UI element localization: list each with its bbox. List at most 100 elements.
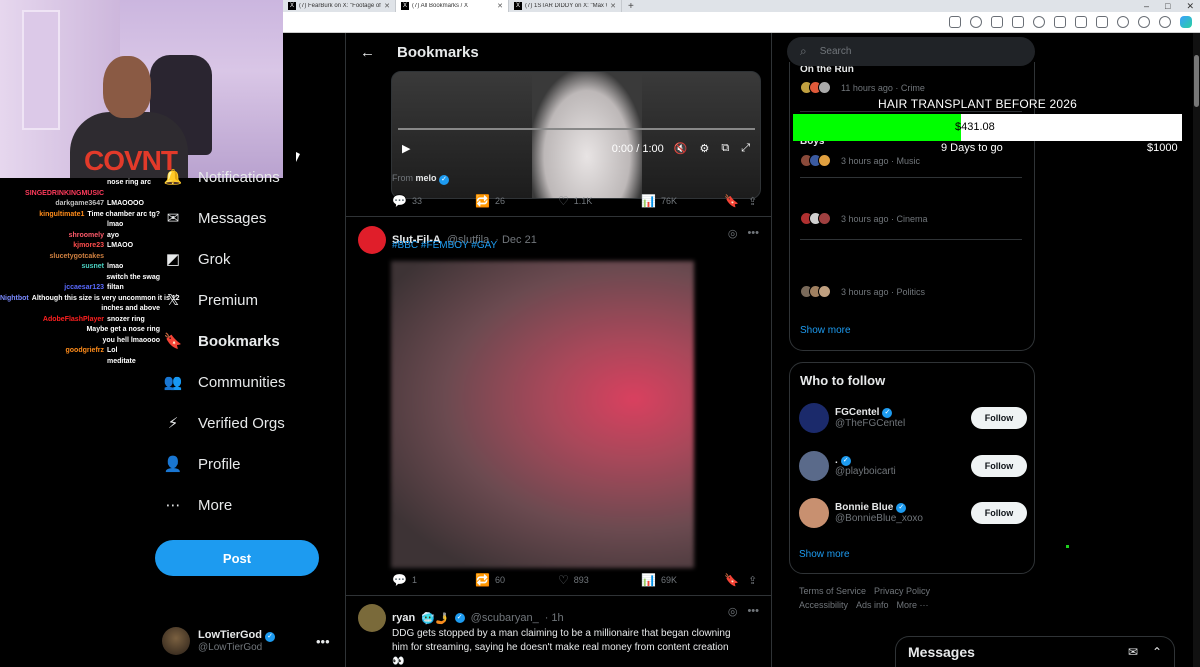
share-icon[interactable]: ⇪ [748, 574, 757, 587]
nav-item-notifications[interactable]: 🔔 Notifications [164, 168, 280, 187]
maximize-button[interactable]: □ [1165, 0, 1170, 12]
apps-icon[interactable] [949, 16, 961, 28]
chat-username: AdobeFlashPlayer [42, 315, 104, 323]
avatar[interactable] [799, 498, 829, 528]
avatar[interactable] [799, 403, 829, 433]
tweet-date[interactable]: · Dec 21 [495, 234, 537, 246]
footer-link[interactable]: Ads info [856, 600, 889, 610]
minimize-button[interactable]: – [1144, 0, 1149, 12]
scrollbar-thumb[interactable] [1194, 55, 1199, 107]
video-progress-bar[interactable] [398, 128, 755, 130]
trend-item[interactable]: 3 hours ago · Music [800, 154, 920, 167]
more-icon[interactable]: ••• [747, 605, 759, 618]
browser-tab-active[interactable]: X (7) All Bookmarks / X ✕ [396, 0, 509, 12]
avatar[interactable] [358, 604, 386, 632]
nav-item-profile[interactable]: 👤 Profile [164, 455, 241, 474]
chat-text: nose ring arc [107, 179, 151, 186]
who-to-follow-show-more-link[interactable]: Show more [799, 549, 850, 560]
close-tab-icon[interactable]: ✕ [497, 2, 503, 10]
follow-button[interactable]: Follow [971, 502, 1027, 524]
blurred-media[interactable] [391, 261, 694, 568]
share-icon[interactable]: ⇪ [748, 195, 757, 208]
chat-username: kjmore23 [73, 242, 104, 249]
zoom-icon[interactable] [970, 16, 982, 28]
nav-item-more[interactable]: ⋯ More [164, 496, 233, 515]
trend-item[interactable]: 11 hours ago · Crime [800, 81, 925, 94]
footer-link[interactable]: Privacy Policy [874, 586, 930, 596]
verified-badge-icon: ✓ [454, 613, 465, 623]
close-tab-icon[interactable]: ✕ [384, 2, 390, 10]
nav-item-premium[interactable]: 𝕏 Premium [164, 291, 259, 310]
tweet-hashtags[interactable]: #BBC #FEMBOY #GAY [392, 240, 497, 251]
avatar[interactable] [799, 451, 829, 481]
back-arrow-icon[interactable]: ← [360, 44, 380, 61]
refresh-icon[interactable] [1033, 16, 1045, 28]
pip-icon[interactable]: ⧉ [721, 142, 729, 155]
fullscreen-icon[interactable]: ⤢ [741, 142, 750, 155]
views-button[interactable]: 📊 69K [641, 573, 724, 587]
follow-suggestion[interactable]: Bonnie Blue ✓ @BonnieBlue_xoxo Follow [799, 498, 1027, 528]
like-button[interactable]: ♡ 893 [558, 573, 641, 587]
more-icon[interactable]: ••• [747, 227, 759, 240]
grok-icon[interactable]: ◎ [728, 605, 738, 618]
search-input[interactable]: ⌕ Search [787, 37, 1035, 66]
account-switcher[interactable]: LowTierGod ✓ @LowTierGod [162, 627, 276, 655]
trends-show-more-link[interactable]: Show more [800, 325, 851, 336]
bookmark-icon[interactable]: 🔖 [724, 573, 748, 587]
collections-icon[interactable] [1096, 16, 1108, 28]
grok-icon[interactable]: ◎ [728, 227, 738, 240]
trend-item[interactable]: 3 hours ago · Cinema [800, 212, 928, 225]
new-tab-button[interactable]: + [628, 1, 634, 12]
nav-item-messages[interactable]: ✉ Messages [164, 209, 267, 228]
messages-drawer[interactable]: Messages ✉ ⌃ [895, 636, 1175, 667]
split-screen-icon[interactable] [1054, 16, 1066, 28]
profile-icon[interactable] [1138, 16, 1150, 28]
nav-item-verified-orgs[interactable]: ⚡ Verified Orgs [164, 414, 285, 433]
tweet-author-name[interactable]: ryan [392, 612, 415, 624]
repost-icon: 🔁 [475, 573, 490, 587]
favorite-star-icon[interactable] [1012, 16, 1024, 28]
play-icon[interactable]: ▶ [402, 142, 410, 155]
follow-button[interactable]: Follow [971, 455, 1027, 477]
settings-gear-icon[interactable]: ⚙ [699, 142, 709, 155]
copilot-icon[interactable] [1180, 16, 1192, 28]
post-button[interactable]: Post [155, 540, 319, 576]
views-button[interactable]: 📊 76K [641, 194, 724, 208]
repost-button[interactable]: 🔁 60 [475, 573, 558, 587]
follow-suggestion[interactable]: FGCentel ✓ @TheFGCentel Follow [799, 403, 1027, 433]
footer-link[interactable]: Terms of Service [799, 586, 866, 596]
avatar[interactable] [358, 226, 386, 254]
nav-label: Premium [198, 291, 259, 309]
nav-item-grok[interactable]: ◩ Grok [164, 250, 231, 269]
close-window-button[interactable]: ✕ [1186, 0, 1194, 12]
tweet-date[interactable]: · 1h [545, 612, 564, 624]
nav-item-communities[interactable]: 👥 Communities [164, 373, 286, 392]
trend-item[interactable]: 3 hours ago · Politics [800, 285, 925, 298]
source-user-link[interactable]: melo [416, 173, 437, 183]
footer-link[interactable]: More ··· [897, 600, 929, 610]
like-button[interactable]: ♡ 1.1K [558, 194, 641, 208]
reply-button[interactable]: 💬 33 [392, 194, 475, 208]
follow-suggestion[interactable]: . ✓ @playboicarti Follow [799, 451, 1027, 481]
nav-item-bookmarks[interactable]: 🔖 Bookmarks [164, 332, 280, 351]
reply-button[interactable]: 💬 1 [392, 573, 475, 587]
expand-chevron-icon[interactable]: ⌃ [1152, 645, 1162, 659]
repost-button[interactable]: 🔁 26 [475, 194, 558, 208]
tweet-author-handle[interactable]: @scubaryan_ [471, 612, 539, 624]
follow-button[interactable]: Follow [971, 407, 1027, 429]
bookmark-icon[interactable]: 🔖 [724, 194, 748, 208]
nav-label: More [198, 496, 233, 514]
close-tab-icon[interactable]: ✕ [610, 2, 616, 10]
new-message-icon[interactable]: ✉ [1128, 645, 1138, 659]
tweet-author-emojis: 🥶🤳 [421, 612, 449, 625]
footer-link[interactable]: Accessibility [799, 600, 848, 610]
browser-tab[interactable]: X (7) 1STAR DIDDY on X: "Max Wh ✕ [509, 0, 622, 12]
account-more-icon[interactable]: ••• [316, 634, 330, 649]
browser-tab[interactable]: X (7) FearBurk on X: "Footage of a ✕ [283, 0, 396, 12]
reader-icon[interactable] [991, 16, 1003, 28]
mute-icon[interactable]: 🔇 [674, 142, 688, 155]
more-icon[interactable] [1159, 16, 1171, 28]
scrollbar-track[interactable] [1193, 33, 1200, 667]
extensions-icon[interactable] [1117, 16, 1129, 28]
favorites-icon[interactable] [1075, 16, 1087, 28]
